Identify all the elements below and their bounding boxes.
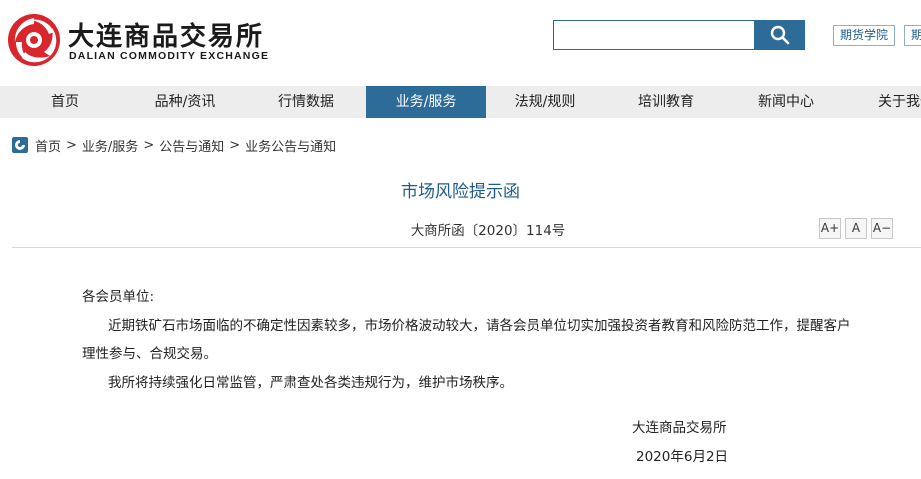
article-paragraph-1-line-2: 理性参与、合规交易。	[82, 346, 217, 362]
font-size-controls: A+ A A−	[819, 218, 893, 239]
title-divider	[12, 247, 921, 248]
dce-logo-icon	[8, 14, 60, 66]
nav-news-center[interactable]: 新闻中心	[724, 86, 848, 118]
signature-organization: 大连商品交易所	[632, 420, 727, 436]
site-logo-icon	[12, 137, 28, 153]
nav-about-us[interactable]: 关于我们	[852, 86, 921, 118]
search-box	[553, 20, 805, 50]
breadcrumb-home[interactable]: 首页	[35, 136, 61, 155]
site-logo[interactable]: 大连商品交易所 DALIAN COMMODITY EXCHANGE	[6, 12, 296, 68]
logo-chinese-name: 大连商品交易所	[68, 22, 265, 52]
nav-home[interactable]: 首页	[0, 86, 130, 118]
logo-english-name: DALIAN COMMODITY EXCHANGE	[69, 50, 270, 62]
article-paragraph-2: 我所将持续强化日常监管，严肃查处各类违规行为，维护市场秩序。	[108, 375, 513, 391]
search-input[interactable]	[553, 20, 755, 50]
top-link-2[interactable]: 期	[904, 25, 921, 46]
search-icon	[770, 25, 789, 45]
nav-market-data[interactable]: 行情数据	[244, 86, 368, 118]
document-number: 大商所函〔2020〕114号	[410, 223, 566, 239]
breadcrumb-separator: >	[66, 137, 77, 153]
breadcrumb-separator: >	[143, 137, 155, 153]
site-header: 大连商品交易所 DALIAN COMMODITY EXCHANGE 期货学院 期	[0, 0, 921, 86]
nav-rules-regulations[interactable]: 法规/规则	[486, 86, 604, 118]
font-increase-button[interactable]: A+	[819, 218, 841, 239]
breadcrumb: 首页 > 业务/服务 > 公告与通知 > 业务公告与通知	[12, 136, 336, 155]
breadcrumb-notices[interactable]: 公告与通知	[159, 136, 224, 155]
article-salutation: 各会员单位:	[82, 289, 155, 305]
futures-academy-link[interactable]: 期货学院	[833, 25, 895, 46]
breadcrumb-business-services[interactable]: 业务/服务	[82, 136, 138, 155]
breadcrumb-separator: >	[229, 137, 241, 153]
signature-date: 2020年6月2日	[636, 449, 729, 465]
main-nav: 首页 品种/资讯 行情数据 业务/服务 法规/规则 培训教育 新闻中心 关于我们	[0, 86, 921, 118]
search-button[interactable]	[754, 20, 805, 50]
nav-business-services[interactable]: 业务/服务	[366, 86, 486, 118]
article-paragraph-1-line-1: 近期铁矿石市场面临的不确定性因素较多，市场价格波动较大，请各会员单位切实加强投资…	[108, 318, 851, 334]
font-decrease-button[interactable]: A−	[871, 218, 893, 239]
font-reset-button[interactable]: A	[845, 218, 867, 239]
nav-products-info[interactable]: 品种/资讯	[122, 86, 248, 118]
breadcrumb-business-notices[interactable]: 业务公告与通知	[245, 136, 336, 155]
article-title: 市场风险提示函	[401, 182, 520, 202]
nav-training-education[interactable]: 培训教育	[604, 86, 728, 118]
